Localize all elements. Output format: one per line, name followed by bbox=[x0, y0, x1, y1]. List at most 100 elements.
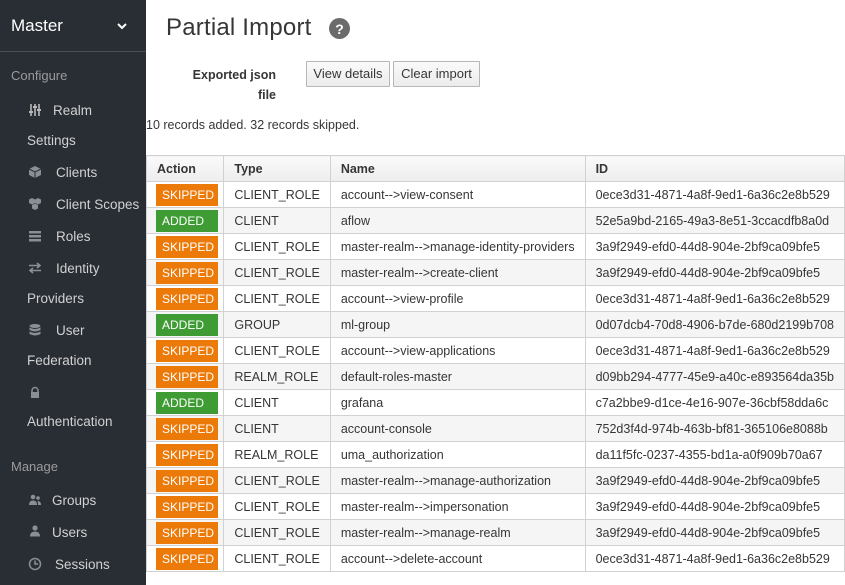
column-header-action[interactable]: Action bbox=[145, 155, 225, 182]
type-cell: CLIENT_ROLE bbox=[223, 467, 331, 494]
sidebar-item-groups[interactable]: Groups bbox=[0, 491, 146, 513]
id-cell: 3a9f2949-efd0-44d8-904e-2bf9ca09bfe5 bbox=[584, 467, 845, 494]
name-cell: ml-group bbox=[329, 311, 586, 338]
status-badge: SKIPPED bbox=[156, 365, 218, 388]
name-cell: uma_authorization bbox=[329, 441, 586, 468]
sidebar-item-label-line2: Federation bbox=[27, 353, 92, 368]
table-row: SKIPPED REALM_ROLE uma_authorization da11f5… bbox=[145, 441, 845, 468]
status-badge: SKIPPED bbox=[156, 417, 218, 440]
status-badge: SKIPPED bbox=[156, 339, 218, 362]
sidebar-item-label: Users bbox=[52, 525, 88, 540]
action-cell: SKIPPED bbox=[145, 285, 225, 312]
chevron-down-icon bbox=[117, 22, 127, 29]
name-cell: account-->delete-account bbox=[329, 545, 586, 572]
table-row: ADDED GROUP ml-group 0d07dcb4-70d8-4906-b7d… bbox=[145, 311, 845, 338]
table-row: SKIPPED CLIENT_ROLE master-realm-->manage-… bbox=[145, 519, 845, 546]
clear-import-button[interactable]: Clear import bbox=[393, 61, 480, 87]
status-badge: SKIPPED bbox=[156, 547, 218, 570]
id-cell: 3a9f2949-efd0-44d8-904e-2bf9ca09bfe5 bbox=[584, 259, 845, 286]
sidebar-item-realm-settings[interactable]: Realm Settings bbox=[0, 100, 146, 150]
sidebar-item-label: Roles bbox=[56, 229, 91, 244]
name-cell: account-->view-applications bbox=[329, 337, 586, 364]
sliders-icon bbox=[27, 102, 43, 118]
help-icon[interactable]: ? bbox=[329, 18, 350, 39]
sidebar-item-roles[interactable]: Roles bbox=[0, 226, 146, 248]
action-cell: ADDED bbox=[145, 389, 225, 416]
type-cell: CLIENT_ROLE bbox=[223, 285, 331, 312]
sidebar-item-clients[interactable]: Clients bbox=[0, 162, 146, 184]
table-row: SKIPPED CLIENT account-console 752d3f4d-974… bbox=[145, 415, 845, 442]
column-header-name[interactable]: Name bbox=[329, 155, 586, 182]
exchange-icon bbox=[27, 260, 43, 276]
table-row: SKIPPED CLIENT_ROLE account-->view-consent… bbox=[145, 181, 845, 208]
status-badge: SKIPPED bbox=[156, 261, 218, 284]
id-cell: 3a9f2949-efd0-44d8-904e-2bf9ca09bfe5 bbox=[584, 233, 845, 260]
table-row: SKIPPED CLIENT_ROLE master-realm-->manage-… bbox=[145, 233, 845, 260]
page-title: Partial Import bbox=[166, 14, 312, 41]
table-row: ADDED CLIENT aflow 52e5a9bd-2165-49a3-8e51-… bbox=[145, 207, 845, 234]
name-cell: master-realm-->create-client bbox=[329, 259, 586, 286]
status-badge: SKIPPED bbox=[156, 521, 218, 544]
name-cell: account-->view-consent bbox=[329, 181, 586, 208]
action-cell: SKIPPED bbox=[145, 337, 225, 364]
lock-icon bbox=[27, 385, 43, 401]
id-cell: c7a2bbe9-d1ce-4e16-907e-36cbf58dda6c bbox=[584, 389, 845, 416]
action-cell: SKIPPED bbox=[145, 259, 225, 286]
import-summary: 10 records added. 32 records skipped. bbox=[146, 118, 360, 132]
status-badge: SKIPPED bbox=[156, 287, 218, 310]
id-cell: 3a9f2949-efd0-44d8-904e-2bf9ca09bfe5 bbox=[584, 519, 845, 546]
sidebar: Master Configure Realm Settings Clients … bbox=[0, 0, 146, 585]
table-row: SKIPPED CLIENT_ROLE master-realm-->create-… bbox=[145, 259, 845, 286]
id-cell: 0ece3d31-4871-4a8f-9ed1-6a36c2e8b529 bbox=[584, 337, 845, 364]
realm-name: Master bbox=[11, 15, 63, 35]
type-cell: CLIENT bbox=[223, 389, 331, 416]
action-cell: SKIPPED bbox=[145, 363, 225, 390]
sidebar-item-user-federation[interactable]: User Federation bbox=[0, 320, 146, 370]
sidebar-item-sessions[interactable]: Sessions bbox=[0, 555, 146, 577]
column-header-id[interactable]: ID bbox=[584, 155, 845, 182]
type-cell: CLIENT_ROLE bbox=[223, 259, 331, 286]
table-row: SKIPPED CLIENT_ROLE account-->delete-accou… bbox=[145, 545, 845, 572]
action-cell: SKIPPED bbox=[145, 545, 225, 572]
id-cell: 0ece3d31-4871-4a8f-9ed1-6a36c2e8b529 bbox=[584, 285, 845, 312]
file-label: Exported json file bbox=[192, 68, 276, 102]
sidebar-item-authentication[interactable]: Authentication bbox=[0, 383, 146, 433]
cube-icon bbox=[27, 164, 43, 180]
column-header-type[interactable]: Type bbox=[223, 155, 331, 182]
id-cell: 752d3f4d-974b-463b-bf81-365106e8088b bbox=[584, 415, 845, 442]
id-cell: 3a9f2949-efd0-44d8-904e-2bf9ca09bfe5 bbox=[584, 493, 845, 520]
id-cell: da11f5fc-0237-4355-bd1a-a0f909b70a67 bbox=[584, 441, 845, 468]
table-header-row: Action Type Name ID bbox=[145, 155, 845, 182]
type-cell: CLIENT_ROLE bbox=[223, 545, 331, 572]
realm-selector[interactable]: Master bbox=[0, 0, 146, 52]
sidebar-item-label: Groups bbox=[52, 493, 97, 508]
sidebar-item-label: Sessions bbox=[55, 557, 110, 572]
action-cell: SKIPPED bbox=[145, 493, 225, 520]
action-cell: SKIPPED bbox=[145, 519, 225, 546]
type-cell: CLIENT bbox=[223, 415, 331, 442]
sidebar-item-label: Identity bbox=[56, 261, 100, 276]
id-cell: 0ece3d31-4871-4a8f-9ed1-6a36c2e8b529 bbox=[584, 181, 845, 208]
table-row: SKIPPED CLIENT_ROLE account-->view-applica… bbox=[145, 337, 845, 364]
status-badge: SKIPPED bbox=[156, 443, 218, 466]
type-cell: CLIENT_ROLE bbox=[223, 493, 331, 520]
status-badge: SKIPPED bbox=[156, 183, 218, 206]
sidebar-item-client-scopes[interactable]: Client Scopes bbox=[0, 194, 146, 216]
view-details-button[interactable]: View details bbox=[306, 61, 390, 87]
sidebar-item-label-line2: Settings bbox=[27, 133, 76, 148]
sidebar-item-label: Clients bbox=[56, 165, 98, 180]
sidebar-item-identity-providers[interactable]: Identity Providers bbox=[0, 258, 146, 308]
type-cell: REALM_ROLE bbox=[223, 363, 331, 390]
users-icon bbox=[27, 492, 43, 508]
list-icon bbox=[27, 228, 43, 244]
type-cell: CLIENT_ROLE bbox=[223, 233, 331, 260]
action-cell: SKIPPED bbox=[145, 467, 225, 494]
sidebar-item-users[interactable]: Users bbox=[0, 523, 146, 545]
table-row: SKIPPED CLIENT_ROLE master-realm-->imperso… bbox=[145, 493, 845, 520]
status-badge: SKIPPED bbox=[156, 495, 218, 518]
database-icon bbox=[27, 322, 43, 338]
clock-icon bbox=[27, 556, 43, 572]
table-row: ADDED CLIENT grafana c7a2bbe9-d1ce-4e16-907… bbox=[145, 389, 845, 416]
name-cell: master-realm-->manage-authorization bbox=[329, 467, 586, 494]
table-row: SKIPPED REALM_ROLE default-roles-master d09… bbox=[145, 363, 845, 390]
